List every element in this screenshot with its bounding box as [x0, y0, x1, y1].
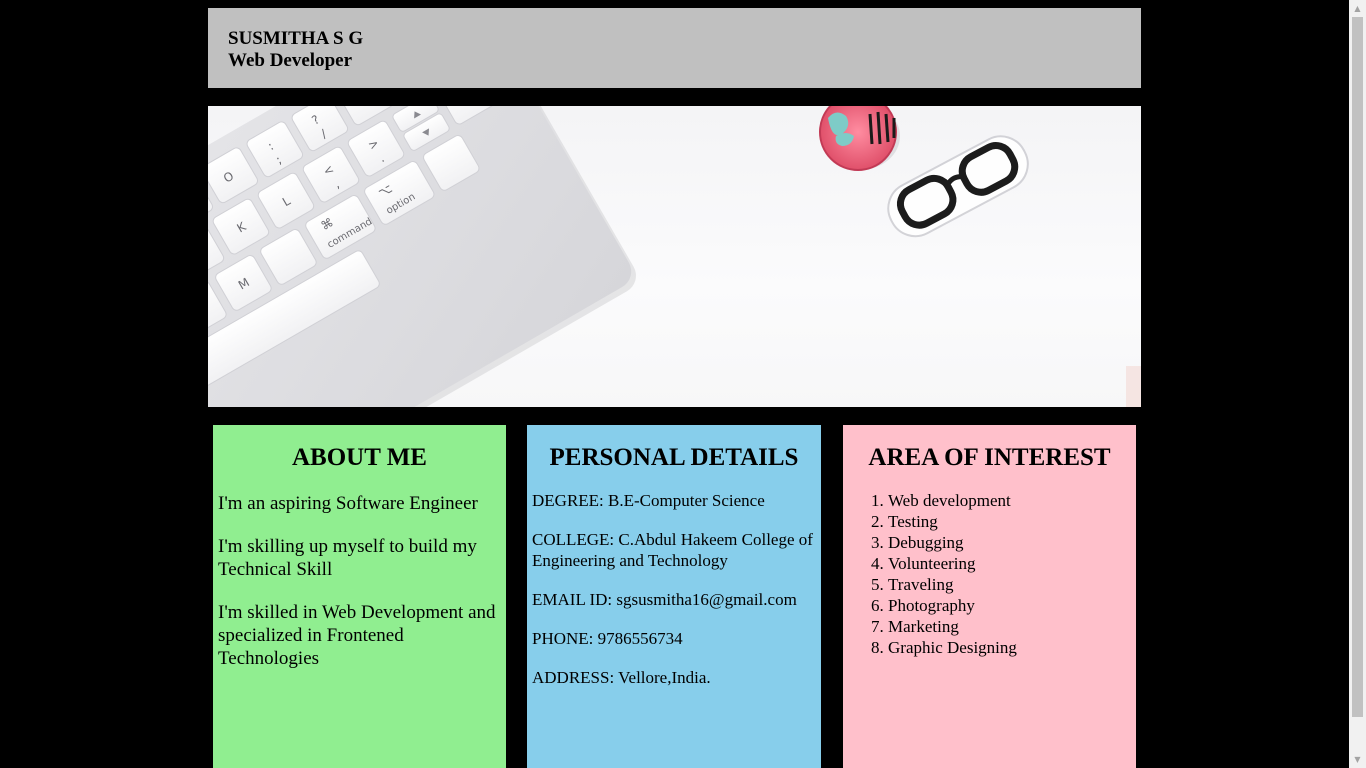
interest-item: Photography	[888, 595, 1131, 616]
scroll-down-arrow-icon[interactable]: ▼	[1349, 751, 1366, 768]
scroll-up-arrow-icon[interactable]: ▲	[1349, 0, 1366, 17]
about-paragraph-2: I'm skilling up myself to build my Techn…	[218, 536, 477, 580]
interest-item: Traveling	[888, 574, 1131, 595]
interest-item: Graphic Designing	[888, 637, 1131, 658]
degree-text: DEGREE: B.E-Computer Science	[532, 491, 765, 510]
email-text: EMAIL ID: sgsusmitha16@gmail.com	[532, 590, 797, 609]
address-text: ADDRESS: Vellore,India.	[532, 668, 711, 687]
header: SUSMITHA S G Web Developer	[208, 8, 1141, 88]
area-of-interest-panel: AREA OF INTEREST Web development Testing…	[843, 425, 1136, 768]
header-name: SUSMITHA S G	[228, 28, 364, 49]
personal-details-panel: PERSONAL DETAILS DEGREE: B.E-Computer Sc…	[527, 425, 821, 768]
about-paragraph-3: I'm skilled in Web Development and speci…	[218, 602, 496, 669]
pin-badge	[819, 106, 900, 171]
interest-item: Debugging	[888, 532, 1131, 553]
personal-details-title: PERSONAL DETAILS	[549, 444, 799, 471]
about-paragraph-1: I'm an aspiring Software Engineer	[218, 493, 478, 514]
interest-item: Volunteering	[888, 553, 1131, 574]
keyboard: O : ; ? / I K L < , > . J M ⌘ command ⌥	[208, 106, 636, 407]
college-text: COLLEGE: C.Abdul Hakeem College of Engin…	[532, 530, 813, 570]
banner-illustration: O : ; ? / I K L < , > . J M ⌘ command ⌥	[208, 106, 1141, 407]
interest-item: Web development	[888, 490, 1131, 511]
interest-list: Web development Testing Debugging Volunt…	[848, 490, 1131, 658]
header-role: Web Developer	[228, 50, 353, 71]
page: SUSMITHA S G Web Developer O: ; ? / K L…	[0, 0, 1366, 768]
interest-item: Testing	[888, 511, 1131, 532]
about-me-panel: ABOUT ME I'm an aspiring Software Engine…	[213, 425, 506, 768]
about-me-title: ABOUT ME	[292, 444, 427, 471]
vertical-scrollbar[interactable]: ▲ ▼	[1349, 0, 1366, 768]
interest-item: Marketing	[888, 616, 1131, 637]
phone-text: PHONE: 9786556734	[532, 629, 683, 648]
banner-image: O : ; ? / I K L < , > . J M ⌘ command ⌥	[208, 106, 1141, 407]
glasses	[887, 135, 1029, 238]
area-of-interest-title: AREA OF INTEREST	[868, 444, 1111, 471]
scrollbar-thumb[interactable]	[1352, 17, 1363, 717]
